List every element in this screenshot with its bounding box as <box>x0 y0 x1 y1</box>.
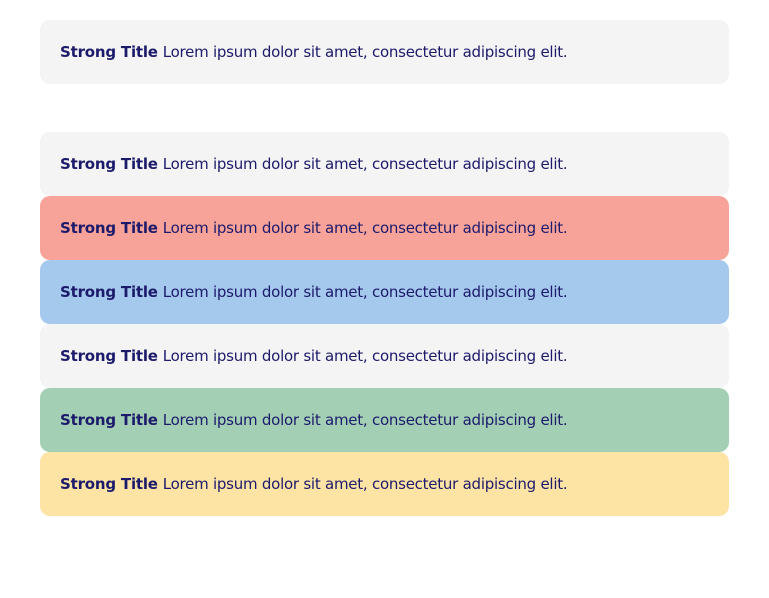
alert-message: Lorem ipsum dolor sit amet, consectetur … <box>162 155 568 173</box>
alert-message: Lorem ipsum dolor sit amet, consectetur … <box>162 43 568 61</box>
alert-message: Lorem ipsum dolor sit amet, consectetur … <box>162 475 568 493</box>
alert-warning: Strong Title Lorem ipsum dolor sit amet,… <box>40 452 729 516</box>
alert-danger: Strong Title Lorem ipsum dolor sit amet,… <box>40 196 729 260</box>
alert-neutral: Strong Title Lorem ipsum dolor sit amet,… <box>40 132 729 196</box>
alert-neutral: Strong Title Lorem ipsum dolor sit amet,… <box>40 324 729 388</box>
alert-title: Strong Title <box>60 219 158 237</box>
alert-neutral: Strong Title Lorem ipsum dolor sit amet,… <box>40 20 729 84</box>
alert-title: Strong Title <box>60 283 158 301</box>
alert-message: Lorem ipsum dolor sit amet, consectetur … <box>162 219 568 237</box>
alert-title: Strong Title <box>60 43 158 61</box>
alert-title: Strong Title <box>60 347 158 365</box>
alert-title: Strong Title <box>60 475 158 493</box>
alert-message: Lorem ipsum dolor sit amet, consectetur … <box>162 411 568 429</box>
alert-message: Lorem ipsum dolor sit amet, consectetur … <box>162 347 568 365</box>
alert-message: Lorem ipsum dolor sit amet, consectetur … <box>162 283 568 301</box>
alert-title: Strong Title <box>60 155 158 173</box>
alert-success: Strong Title Lorem ipsum dolor sit amet,… <box>40 388 729 452</box>
alert-title: Strong Title <box>60 411 158 429</box>
alert-info: Strong Title Lorem ipsum dolor sit amet,… <box>40 260 729 324</box>
